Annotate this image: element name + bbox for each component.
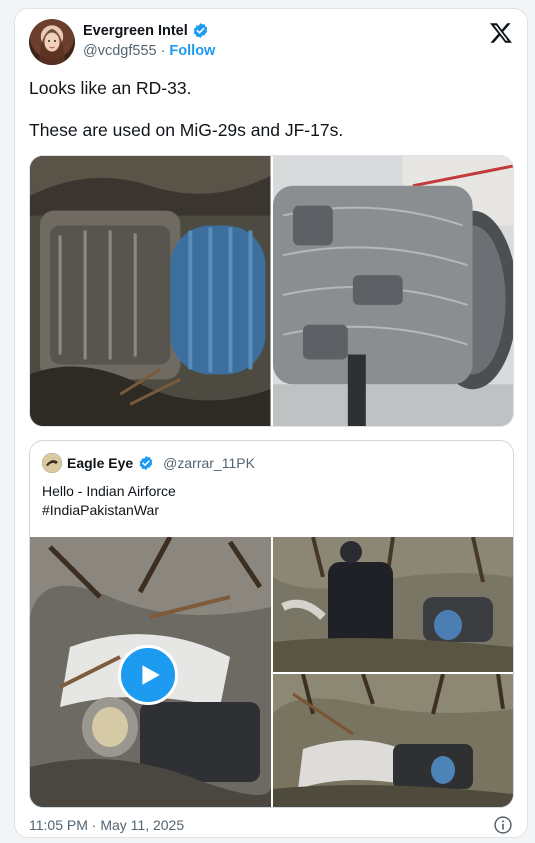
crash-debris-video[interactable] [30, 537, 271, 807]
author-display-name[interactable]: Evergreen Intel [83, 23, 188, 39]
tweet-card: Evergreen Intel @vcdgf555 · Follow Looks… [14, 8, 528, 838]
author-name-row: Evergreen Intel [83, 22, 209, 39]
quoted-media [30, 537, 513, 807]
x-logo-icon[interactable] [489, 21, 513, 45]
quoted-text: Hello - Indian Airforce #IndiaPakistanWa… [42, 482, 176, 520]
quoted-author-avatar[interactable] [42, 453, 62, 473]
engine-wreck-photo[interactable] [30, 156, 271, 426]
quoted-display-name[interactable]: Eagle Eye [67, 455, 133, 471]
play-video-button[interactable] [118, 645, 178, 705]
crash-site-soldier-photo[interactable] [273, 537, 513, 672]
quoted-text-line: Hello - Indian Airforce [42, 483, 176, 499]
quoted-tweet[interactable]: Eagle Eye @zarrar_11PK Hello - Indian Ai… [29, 440, 514, 808]
verified-badge-icon [139, 456, 153, 470]
crash-site-wreckage-photo[interactable] [273, 674, 513, 807]
author-handle[interactable]: @vcdgf555 [83, 43, 157, 59]
play-icon [142, 665, 160, 685]
tweet-text-line: These are used on MiG-29s and JF-17s. [29, 120, 344, 140]
verified-badge-icon [193, 23, 207, 38]
tweet-text: Looks like an RD-33. These are used on M… [29, 77, 509, 161]
separator-dot: · [160, 43, 166, 59]
author-avatar[interactable] [29, 19, 75, 65]
quoted-hashtag[interactable]: #IndiaPakistanWar [42, 501, 176, 520]
tweet-header: Evergreen Intel @vcdgf555 · Follow [29, 19, 515, 69]
quoted-author-row: Eagle Eye @zarrar_11PK [42, 453, 255, 473]
info-icon[interactable] [493, 815, 513, 835]
rd33-engine-display-photo[interactable] [272, 156, 513, 426]
author-handle-row: @vcdgf555 · Follow [83, 43, 215, 59]
tweet-timestamp[interactable]: 11:05 PM · May 11, 2025 [29, 817, 184, 833]
quoted-handle[interactable]: @zarrar_11PK [163, 455, 255, 471]
follow-button[interactable]: Follow [169, 43, 215, 59]
tweet-text-line: Looks like an RD-33. [29, 78, 192, 98]
tweet-media [29, 155, 514, 427]
